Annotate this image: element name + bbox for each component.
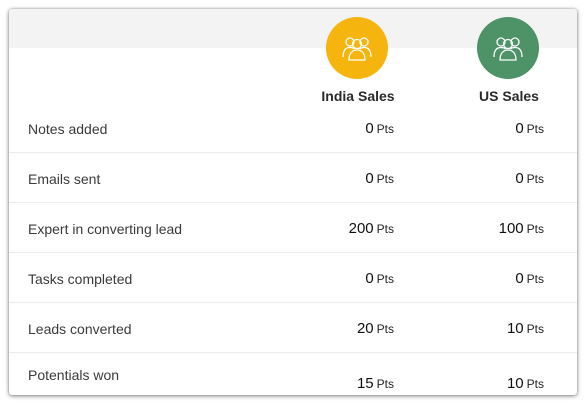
us-score: 100 Pts (498, 220, 544, 237)
india-score: 200 Pts (348, 220, 394, 237)
us-score: 0 Pts (515, 270, 544, 287)
india-score: 15 Pts (356, 375, 394, 392)
table-row: Notes added 0 Pts 0 Pts (9, 103, 577, 153)
table-row: Potentials won 15 Pts 10 Pts (9, 353, 577, 395)
criteria-label: Potentials won (28, 367, 120, 383)
india-score: 0 Pts (365, 170, 394, 187)
table-row: Tasks completed 0 Pts 0 Pts (9, 253, 577, 303)
team-icon (342, 37, 372, 61)
team-avatar-india[interactable] (326, 17, 388, 79)
team-avatar-us[interactable] (477, 17, 539, 79)
criteria-label: Leads converted (28, 321, 132, 337)
us-score: 0 Pts (515, 120, 544, 137)
criteria-label: Expert in converting lead (28, 221, 183, 237)
table-row: Expert in converting lead 200 Pts 100 Pts (9, 203, 577, 253)
india-score: 0 Pts (365, 270, 394, 287)
team-name-us: US Sales (479, 88, 539, 104)
india-score: 0 Pts (365, 120, 394, 137)
score-table: Notes added 0 Pts 0 Pts Emails sent 0 Pts 0… (9, 103, 577, 395)
team-name-india: India Sales (321, 88, 395, 104)
us-score: 10 Pts (506, 375, 544, 392)
us-score: 10 Pts (506, 320, 544, 337)
team-icon (493, 37, 523, 61)
india-score: 20 Pts (356, 320, 394, 337)
criteria-label: Emails sent (28, 171, 101, 187)
us-score: 0 Pts (515, 170, 544, 187)
leaderboard-panel: India Sales US Sales Notes added 0 Pts 0P… (9, 9, 577, 395)
table-row: Emails sent 0 Pts 0 Pts (9, 153, 577, 203)
criteria-label: Notes added (28, 121, 108, 137)
criteria-label: Tasks completed (28, 271, 133, 287)
table-row: Leads converted 20 Pts 10 Pts (9, 303, 577, 353)
